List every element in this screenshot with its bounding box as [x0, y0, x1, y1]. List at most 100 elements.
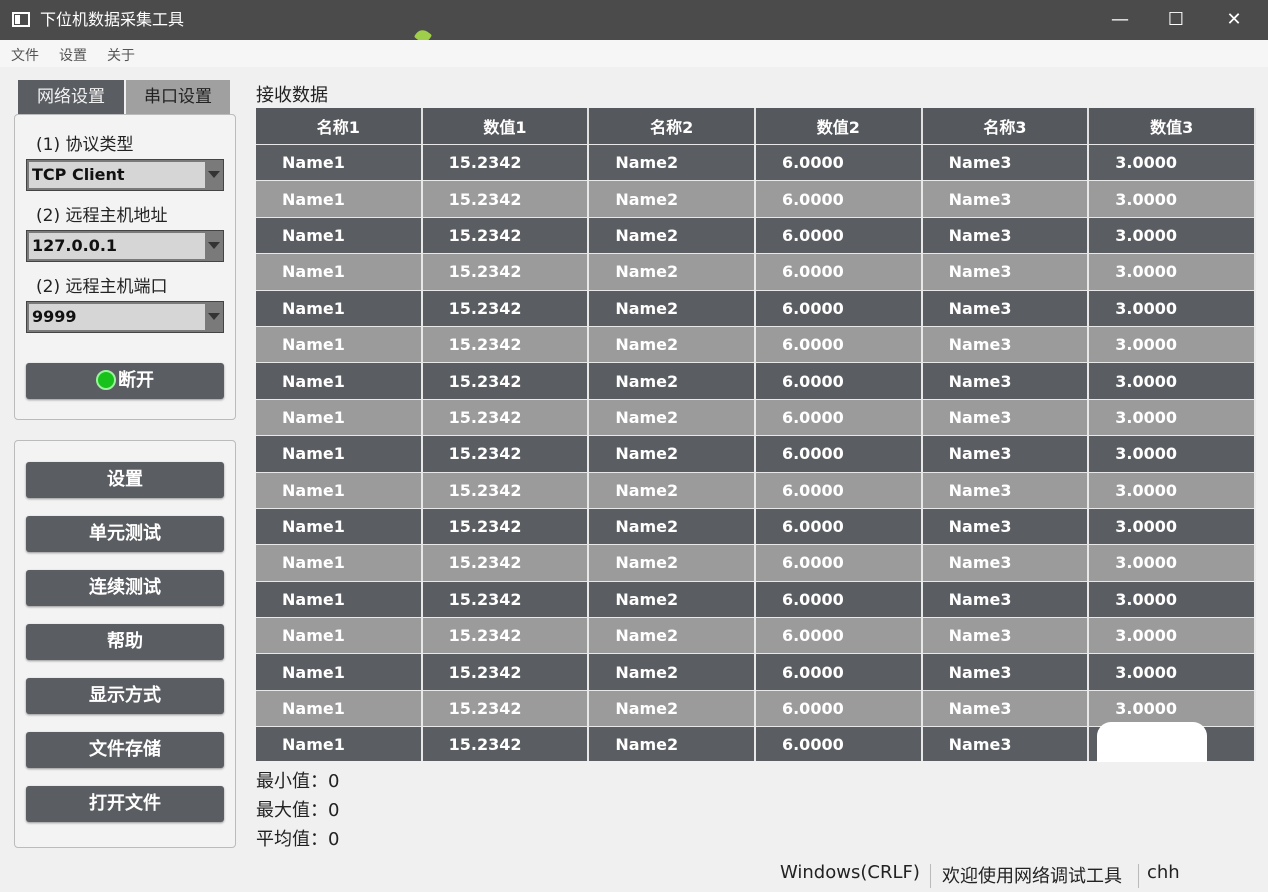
- open-file-button[interactable]: 打开文件: [26, 786, 224, 822]
- table-cell[interactable]: 15.2342: [422, 398, 590, 436]
- table-cell[interactable]: 6.0000: [755, 507, 923, 545]
- table-cell[interactable]: 3.0000: [1089, 216, 1256, 254]
- table-cell[interactable]: 6.0000: [755, 216, 923, 254]
- column-header[interactable]: 名称3: [922, 108, 1090, 144]
- minimize-button[interactable]: —: [1092, 0, 1148, 40]
- table-cell[interactable]: 3.0000: [1089, 362, 1256, 399]
- table-cell[interactable]: 15.2342: [422, 471, 590, 508]
- table-cell[interactable]: Name1: [256, 398, 423, 436]
- table-cell[interactable]: Name3: [922, 507, 1090, 545]
- table-cell[interactable]: Name2: [589, 435, 756, 472]
- tab-network-settings[interactable]: 网络设置: [18, 80, 124, 114]
- data-grid[interactable]: 名称1 数值1 名称2 数值2 名称3 数值3 Name1 15.2342 Name2 6.00…: [256, 108, 1256, 761]
- table-cell[interactable]: Name1: [256, 216, 423, 254]
- table-cell[interactable]: Name2: [589, 398, 756, 436]
- column-header[interactable]: 名称1: [256, 108, 423, 144]
- table-cell[interactable]: 6.0000: [755, 471, 923, 508]
- table-cell[interactable]: 15.2342: [422, 544, 590, 581]
- table-cell[interactable]: Name2: [589, 216, 756, 254]
- table-cell[interactable]: Name1: [256, 362, 423, 399]
- table-cell[interactable]: Name3: [922, 689, 1090, 727]
- table-cell[interactable]: 6.0000: [755, 253, 923, 290]
- table-cell[interactable]: Name3: [922, 435, 1090, 472]
- table-cell[interactable]: 6.0000: [755, 435, 923, 472]
- table-cell[interactable]: 3.0000: [1089, 653, 1256, 690]
- table-cell[interactable]: 3.0000: [1089, 471, 1256, 508]
- table-cell[interactable]: Name2: [589, 180, 756, 217]
- table-cell[interactable]: Name2: [589, 544, 756, 581]
- table-cell[interactable]: 6.0000: [755, 325, 923, 363]
- table-row[interactable]: Name1 15.2342 Name2 6.0000 Name3 3.0000: [256, 362, 1256, 399]
- table-row[interactable]: Name1 15.2342 Name2 6.0000 Name3 3.0000: [256, 507, 1256, 545]
- table-cell[interactable]: Name3: [922, 726, 1090, 761]
- continuous-test-button[interactable]: 连续测试: [26, 570, 224, 606]
- table-cell[interactable]: 6.0000: [755, 180, 923, 217]
- table-cell[interactable]: Name3: [922, 325, 1090, 363]
- menu-about[interactable]: 关于: [107, 45, 135, 65]
- table-cell[interactable]: Name3: [922, 289, 1090, 326]
- table-row[interactable]: Name1 15.2342 Name2 6.0000 Name3 3.0000: [256, 253, 1256, 290]
- table-cell[interactable]: Name3: [922, 653, 1090, 690]
- table-cell[interactable]: Name2: [589, 580, 756, 618]
- column-header[interactable]: 数值3: [1089, 108, 1256, 144]
- table-row[interactable]: Name1 15.2342 Name2 6.0000 Name3 3.0000: [256, 689, 1256, 727]
- help-button[interactable]: 帮助: [26, 624, 224, 660]
- close-button[interactable]: ✕: [1206, 0, 1262, 40]
- table-row[interactable]: Name1 15.2342 Name2 6.0000 Name3 3.0000: [256, 544, 1256, 581]
- table-cell[interactable]: 15.2342: [422, 580, 590, 618]
- table-cell[interactable]: 3.0000: [1089, 580, 1256, 618]
- table-cell[interactable]: 6.0000: [755, 653, 923, 690]
- table-cell[interactable]: 6.0000: [755, 289, 923, 326]
- protocol-select[interactable]: TCP Client: [26, 159, 224, 191]
- table-cell[interactable]: Name1: [256, 580, 423, 618]
- table-cell[interactable]: 15.2342: [422, 362, 590, 399]
- table-cell[interactable]: 3.0000: [1089, 435, 1256, 472]
- table-cell[interactable]: 15.2342: [422, 726, 590, 761]
- table-cell[interactable]: Name2: [589, 253, 756, 290]
- table-cell[interactable]: Name1: [256, 507, 423, 545]
- table-cell[interactable]: Name1: [256, 471, 423, 508]
- table-cell[interactable]: 3.0000: [1089, 689, 1256, 727]
- table-cell[interactable]: 6.0000: [755, 689, 923, 727]
- table-cell[interactable]: Name3: [922, 180, 1090, 217]
- table-cell[interactable]: 3.0000: [1089, 398, 1256, 436]
- table-cell[interactable]: 6.0000: [755, 580, 923, 618]
- table-cell[interactable]: Name2: [589, 726, 756, 761]
- table-cell[interactable]: 15.2342: [422, 289, 590, 326]
- table-cell[interactable]: 3.0000: [1089, 253, 1256, 290]
- table-cell[interactable]: 6.0000: [755, 362, 923, 399]
- table-cell[interactable]: Name1: [256, 144, 423, 181]
- table-cell[interactable]: 3.0000: [1089, 144, 1256, 181]
- table-cell[interactable]: Name1: [256, 435, 423, 472]
- table-cell[interactable]: Name3: [922, 216, 1090, 254]
- table-row[interactable]: Name1 15.2342 Name2 6.0000 Name3 3.0000: [256, 180, 1256, 217]
- table-row[interactable]: Name1 15.2342 Name2 6.0000 Name3 3.0000: [256, 398, 1256, 436]
- table-cell[interactable]: Name1: [256, 653, 423, 690]
- table-cell[interactable]: Name1: [256, 289, 423, 326]
- host-select[interactable]: 127.0.0.1: [26, 230, 224, 262]
- menu-settings[interactable]: 设置: [59, 45, 87, 65]
- table-row[interactable]: Name1 15.2342 Name2 6.0000 Name3 3.0000: [256, 325, 1256, 363]
- maximize-button[interactable]: ☐: [1148, 0, 1204, 40]
- unit-test-button[interactable]: 单元测试: [26, 516, 224, 552]
- table-cell[interactable]: Name2: [589, 471, 756, 508]
- table-cell[interactable]: 6.0000: [755, 398, 923, 436]
- table-cell[interactable]: Name3: [922, 544, 1090, 581]
- table-row[interactable]: Name1 15.2342 Name2 6.0000 Name3 3.0000: [256, 144, 1256, 181]
- column-header[interactable]: 数值1: [422, 108, 590, 144]
- disconnect-button[interactable]: 断开: [26, 363, 224, 399]
- table-cell[interactable]: 3.0000: [1089, 289, 1256, 326]
- table-cell[interactable]: Name3: [922, 398, 1090, 436]
- display-mode-button[interactable]: 显示方式: [26, 678, 224, 714]
- table-cell[interactable]: Name2: [589, 617, 756, 654]
- table-cell[interactable]: Name1: [256, 544, 423, 581]
- table-cell[interactable]: Name2: [589, 325, 756, 363]
- table-cell[interactable]: 15.2342: [422, 617, 590, 654]
- table-cell[interactable]: 15.2342: [422, 435, 590, 472]
- tab-serial-settings[interactable]: 串口设置: [126, 80, 230, 114]
- table-cell[interactable]: 15.2342: [422, 180, 590, 217]
- table-cell[interactable]: 3.0000: [1089, 180, 1256, 217]
- table-cell[interactable]: 15.2342: [422, 144, 590, 181]
- table-cell[interactable]: Name3: [922, 144, 1090, 181]
- table-row[interactable]: Name1 15.2342 Name2 6.0000 Name3 3.0000: [256, 617, 1256, 654]
